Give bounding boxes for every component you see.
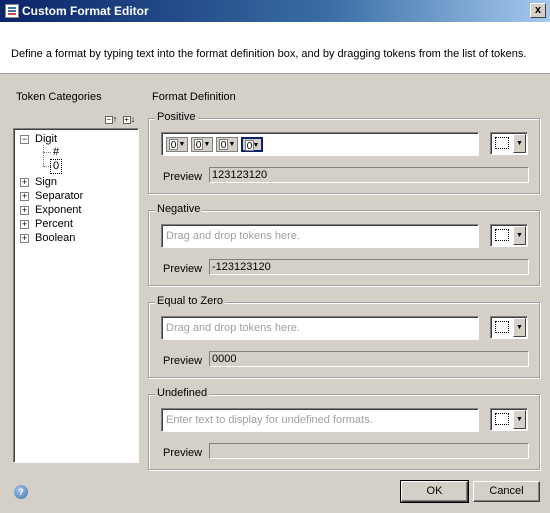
preview-label: Preview [163, 355, 203, 367]
format-dropdown[interactable]: ▼ [490, 132, 528, 155]
selection-icon [495, 321, 509, 333]
tree-item-exponent[interactable]: + Exponent [14, 204, 134, 218]
chevron-down-icon[interactable]: ▼ [513, 134, 526, 153]
window-title: Custom Format Editor [22, 4, 149, 18]
zero-title: Equal to Zero [155, 295, 226, 307]
header-area: Define a format by typing text into the … [0, 22, 550, 74]
selection-icon [495, 229, 509, 241]
token-value: 0 [169, 139, 178, 151]
negative-definition-box[interactable]: Drag and drop tokens here. [161, 224, 479, 248]
expand-all-icon[interactable]: + ↓ [122, 114, 136, 126]
undefined-title: Undefined [155, 387, 210, 399]
tree-item-percent[interactable]: + Percent [14, 218, 134, 232]
app-icon [5, 4, 19, 18]
token-category-tree[interactable]: − Digit # 0 + Sign + Separator + Exponen… [13, 128, 139, 463]
preview-label: Preview [163, 263, 203, 275]
help-icon[interactable]: ? [14, 485, 28, 499]
preview-label: Preview [163, 171, 203, 183]
tree-label-zero: 0 [49, 159, 63, 174]
token-chip-selected[interactable]: 0 ▼ [241, 137, 263, 152]
chevron-down-icon[interactable]: ▼ [228, 139, 236, 150]
collapse-icon[interactable]: − [20, 135, 29, 144]
zero-preview-box: 0000 [209, 351, 529, 367]
token-value: 0 [219, 139, 228, 151]
undefined-definition-box[interactable]: Enter text to display for undefined form… [161, 408, 479, 432]
token-categories-label: Token Categories [16, 91, 102, 103]
token-chip[interactable]: 0 ▼ [166, 137, 188, 152]
undefined-group: Undefined Enter text to display for unde… [148, 387, 540, 470]
placeholder-text: Enter text to display for undefined form… [166, 414, 373, 426]
placeholder-text: Drag and drop tokens here. [166, 230, 300, 242]
negative-title: Negative [155, 203, 203, 215]
tree-item-digit[interactable]: − Digit [14, 133, 134, 147]
chevron-down-icon[interactable]: ▼ [252, 140, 260, 151]
format-dropdown[interactable]: ▼ [490, 316, 528, 339]
tree-label-boolean: Boolean [35, 232, 76, 244]
positive-title: Positive [155, 111, 198, 123]
zero-group: Equal to Zero Drag and drop tokens here.… [148, 295, 540, 378]
placeholder-text: Drag and drop tokens here. [166, 322, 300, 334]
tree-label-sign: Sign [35, 176, 58, 188]
undefined-preview-box [209, 443, 529, 459]
tree-item-separator[interactable]: + Separator [14, 190, 134, 204]
ok-button[interactable]: OK [400, 480, 469, 503]
negative-group: Negative Drag and drop tokens here. ▼ Pr… [148, 203, 540, 286]
tree-label-hash: # [53, 146, 60, 158]
format-definition-label: Format Definition [152, 91, 236, 103]
positive-preview-box: 123123120 [209, 167, 529, 183]
chevron-down-icon[interactable]: ▼ [203, 139, 211, 150]
expand-icon[interactable]: + [20, 178, 29, 187]
tree-item-sign[interactable]: + Sign [14, 176, 134, 190]
expand-icon[interactable]: + [20, 234, 29, 243]
selection-icon [495, 137, 509, 149]
title-bar: Custom Format Editor x [0, 0, 550, 22]
tree-item-zero[interactable]: 0 [14, 159, 134, 174]
tree-item-boolean[interactable]: + Boolean [14, 232, 134, 246]
token-value: 0 [194, 139, 203, 151]
chevron-down-icon[interactable]: ▼ [513, 410, 526, 429]
zero-definition-box[interactable]: Drag and drop tokens here. [161, 316, 479, 340]
format-dropdown[interactable]: ▼ [490, 224, 528, 247]
expand-icon[interactable]: + [20, 220, 29, 229]
preview-value: 0000 [212, 353, 237, 365]
negative-preview-box: -123123120 [209, 259, 529, 275]
tree-item-hash[interactable]: # [14, 146, 134, 160]
header-description: Define a format by typing text into the … [11, 48, 527, 60]
selection-icon [495, 413, 509, 425]
tree-label-digit: Digit [35, 133, 58, 145]
format-dropdown[interactable]: ▼ [490, 408, 528, 431]
chevron-down-icon[interactable]: ▼ [513, 226, 526, 245]
tree-label-exponent: Exponent [35, 204, 82, 216]
token-chip[interactable]: 0 ▼ [216, 137, 238, 152]
token-chip[interactable]: 0 ▼ [191, 137, 213, 152]
expand-icon[interactable]: + [20, 192, 29, 201]
chevron-down-icon[interactable]: ▼ [178, 139, 186, 150]
cancel-button[interactable]: Cancel [473, 481, 540, 502]
chevron-down-icon[interactable]: ▼ [513, 318, 526, 337]
tree-label-percent: Percent [35, 218, 73, 230]
tree-label-separator: Separator [35, 190, 84, 202]
positive-definition-box[interactable]: 0 ▼ 0 ▼ 0 ▼ 0 ▼ [161, 132, 479, 156]
preview-value: 123123120 [212, 169, 268, 181]
close-button[interactable]: x [530, 3, 546, 18]
positive-group: Positive 0 ▼ 0 ▼ 0 ▼ 0 ▼ ▼ Preview 123123120 [148, 111, 540, 194]
preview-label: Preview [163, 447, 203, 459]
preview-value: -123123120 [212, 261, 271, 273]
expand-icon[interactable]: + [20, 206, 29, 215]
collapse-all-icon[interactable]: − ↑ [104, 114, 118, 126]
